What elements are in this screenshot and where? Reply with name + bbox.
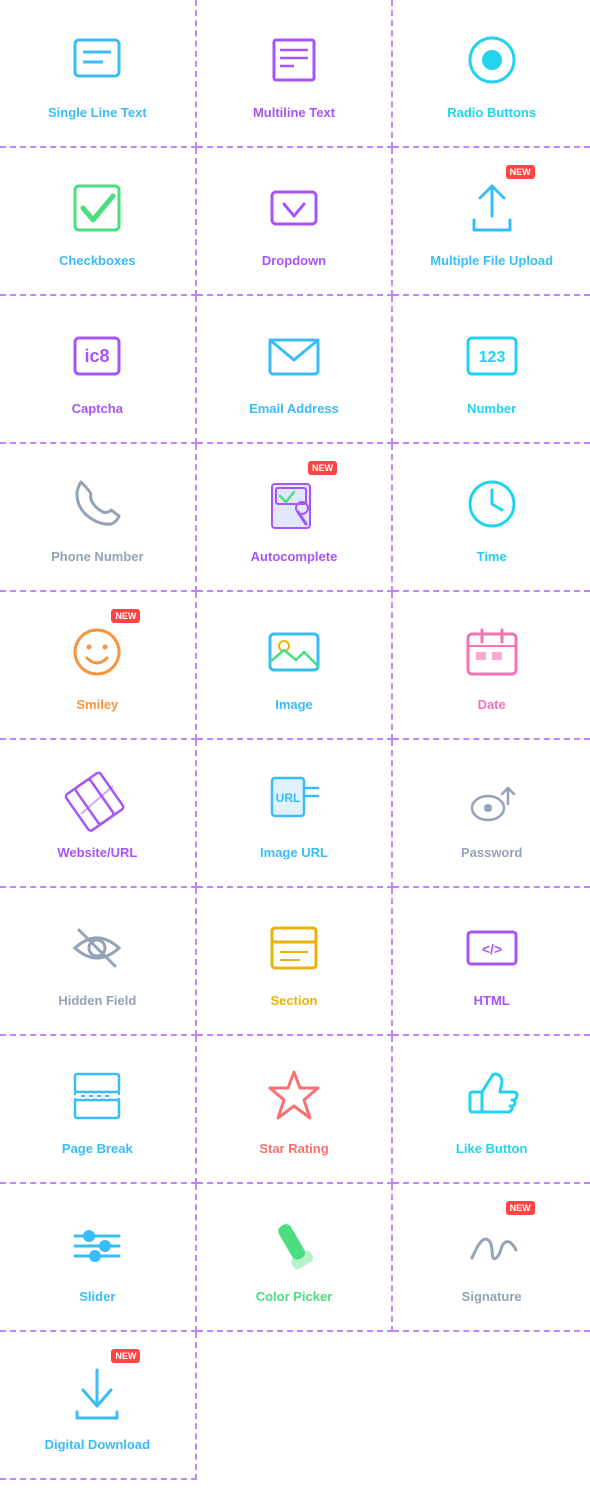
- grid-cell-image-url[interactable]: URL Image URL: [197, 740, 394, 888]
- cell-label: Single Line Text: [48, 105, 147, 122]
- grid-cell-phone[interactable]: Phone Number: [0, 444, 197, 592]
- grid-cell-hidden[interactable]: Hidden Field: [0, 888, 197, 1036]
- cell-label: Autocomplete: [251, 549, 338, 566]
- new-badge: NEW: [506, 1201, 535, 1215]
- star-icon: [259, 1061, 329, 1131]
- grid-cell-slider[interactable]: Slider: [0, 1184, 197, 1332]
- cell-label: Section: [271, 993, 318, 1010]
- dropdown-icon: [259, 173, 329, 243]
- cell-label: Slider: [79, 1289, 115, 1306]
- cell-label: Phone Number: [51, 549, 143, 566]
- grid-cell-section[interactable]: Section: [197, 888, 394, 1036]
- cell-label: Image URL: [260, 845, 328, 862]
- grid-cell-like[interactable]: Like Button: [393, 1036, 590, 1184]
- grid-cell-date[interactable]: Date: [393, 592, 590, 740]
- cell-label: Image: [275, 697, 313, 714]
- cell-label: Digital Download: [45, 1437, 150, 1454]
- cell-label: Color Picker: [256, 1289, 333, 1306]
- image-url-icon: URL: [259, 765, 329, 835]
- grid-cell-smiley[interactable]: NEW Smiley: [0, 592, 197, 740]
- grid-cell-radio[interactable]: Radio Buttons: [393, 0, 590, 148]
- password-icon: [457, 765, 527, 835]
- captcha-icon: ic8: [62, 321, 132, 391]
- grid-cell-number[interactable]: 123 Number: [393, 296, 590, 444]
- grid-cell-color-picker[interactable]: Color Picker: [197, 1184, 394, 1332]
- file-upload-icon: NEW: [457, 173, 527, 243]
- grid-cell-captcha[interactable]: ic8 Captcha: [0, 296, 197, 444]
- svg-text:ic8: ic8: [85, 346, 110, 366]
- cell-label: Smiley: [76, 697, 118, 714]
- cell-label: Captcha: [72, 401, 123, 418]
- checkbox-icon: [62, 173, 132, 243]
- cell-label: Signature: [462, 1289, 522, 1306]
- cell-label: Star Rating: [259, 1141, 328, 1158]
- time-icon: [457, 469, 527, 539]
- cell-label: HTML: [474, 993, 510, 1010]
- grid-cell-single-line[interactable]: Single Line Text: [0, 0, 197, 148]
- svg-text:URL: URL: [276, 791, 301, 805]
- cell-label: Multiple File Upload: [430, 253, 553, 270]
- date-icon: [457, 617, 527, 687]
- single-line-icon: [62, 25, 132, 95]
- cell-label: Password: [461, 845, 522, 862]
- page-break-icon: [62, 1061, 132, 1131]
- image-icon: [259, 617, 329, 687]
- icon-grid: Single Line Text Multiline Text Radio Bu…: [0, 0, 590, 1480]
- grid-cell-autocomplete[interactable]: NEW Autocomplete: [197, 444, 394, 592]
- grid-cell-html[interactable]: </> HTML: [393, 888, 590, 1036]
- grid-cell-dropdown[interactable]: Dropdown: [197, 148, 394, 296]
- cell-label: Date: [478, 697, 506, 714]
- new-badge: NEW: [111, 1349, 140, 1363]
- cell-label: Hidden Field: [58, 993, 136, 1010]
- grid-cell-page-break[interactable]: Page Break: [0, 1036, 197, 1184]
- cell-label: Dropdown: [262, 253, 326, 270]
- new-badge: NEW: [111, 609, 140, 623]
- grid-cell-download[interactable]: NEW Digital Download: [0, 1332, 197, 1480]
- grid-cell-image[interactable]: Image: [197, 592, 394, 740]
- cell-label: Radio Buttons: [447, 105, 536, 122]
- email-icon: [259, 321, 329, 391]
- autocomplete-icon: NEW: [259, 469, 329, 539]
- cell-label: Like Button: [456, 1141, 528, 1158]
- multiline-icon: [259, 25, 329, 95]
- cell-label: Page Break: [62, 1141, 133, 1158]
- html-icon: </>: [457, 913, 527, 983]
- signature-icon: NEW: [457, 1209, 527, 1279]
- cell-label: Multiline Text: [253, 105, 335, 122]
- url-icon: [62, 765, 132, 835]
- phone-icon: [62, 469, 132, 539]
- new-badge: NEW: [506, 165, 535, 179]
- smiley-icon: NEW: [62, 617, 132, 687]
- like-icon: [457, 1061, 527, 1131]
- cell-label: Email Address: [249, 401, 339, 418]
- cell-label: Time: [477, 549, 507, 566]
- cell-label: Number: [467, 401, 516, 418]
- svg-text:</>: </>: [482, 941, 502, 957]
- grid-cell-file-upload[interactable]: NEW Multiple File Upload: [393, 148, 590, 296]
- radio-icon: [457, 25, 527, 95]
- grid-cell-star[interactable]: Star Rating: [197, 1036, 394, 1184]
- download-icon: NEW: [62, 1357, 132, 1427]
- section-icon: [259, 913, 329, 983]
- cell-label: Website/URL: [57, 845, 137, 862]
- hidden-icon: [62, 913, 132, 983]
- grid-cell-multiline[interactable]: Multiline Text: [197, 0, 394, 148]
- number-icon: 123: [457, 321, 527, 391]
- slider-icon: [62, 1209, 132, 1279]
- grid-cell-email[interactable]: Email Address: [197, 296, 394, 444]
- grid-cell-url[interactable]: Website/URL: [0, 740, 197, 888]
- grid-cell-time[interactable]: Time: [393, 444, 590, 592]
- grid-cell-password[interactable]: Password: [393, 740, 590, 888]
- new-badge: NEW: [308, 461, 337, 475]
- color-picker-icon: [259, 1209, 329, 1279]
- grid-cell-checkbox[interactable]: Checkboxes: [0, 148, 197, 296]
- cell-label: Checkboxes: [59, 253, 136, 270]
- svg-text:123: 123: [478, 349, 505, 366]
- grid-cell-signature[interactable]: NEW Signature: [393, 1184, 590, 1332]
